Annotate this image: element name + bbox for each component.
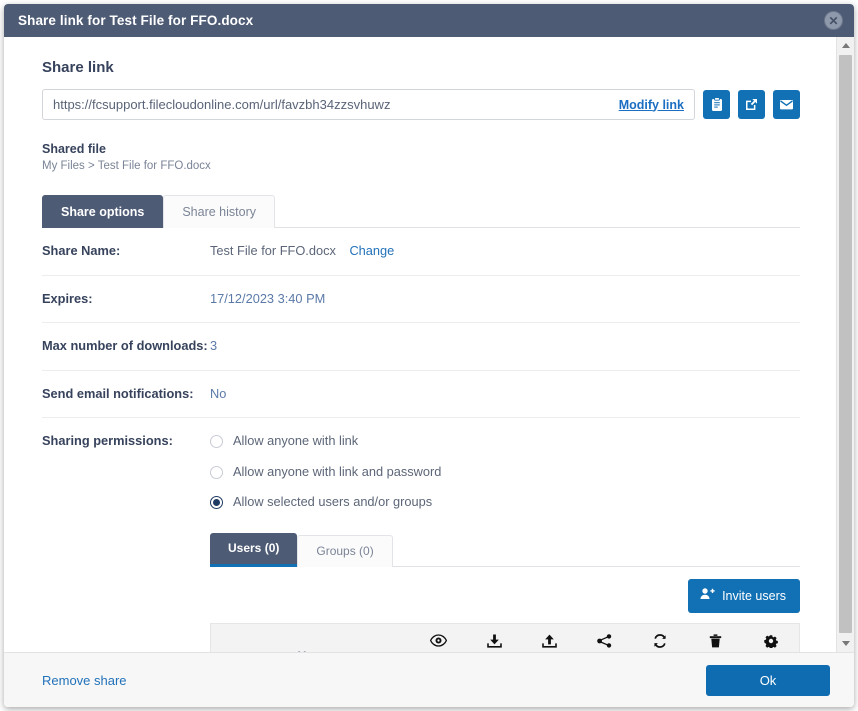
subtab-users[interactable]: Users (0) [210,532,298,568]
share-name-label: Share Name: [42,243,121,258]
scroll-down-arrow-icon[interactable] [837,635,854,652]
radio-allow-anyone-with-link-and-password[interactable]: Allow anyone with link and password [210,463,800,482]
share-name-value: Test File for FFO.docx [210,243,336,258]
share-link-url: https://fcsupport.filecloudonline.com/ur… [53,97,391,112]
sharing-permissions-choices: Allow anyone with link Allow anyone with… [210,432,800,652]
ok-button[interactable]: Ok [706,664,830,696]
email-notifications-value[interactable]: No [210,385,800,404]
column-header-upload[interactable]: Upload [522,634,577,652]
radio-icon-selected [210,496,223,510]
shared-file-path: My Files > Test File for FFO.docx [42,160,211,172]
users-subtabs: Users (0) Groups (0) [210,532,800,568]
invite-row: Invite users [210,567,800,623]
share-link-heading: Share link [42,59,114,76]
subtab-groups[interactable]: Groups (0) [297,534,393,568]
copy-to-clipboard-button[interactable] [703,90,730,119]
sharing-permissions-label: Sharing permissions: [42,433,173,449]
trash-icon [709,634,722,652]
shared-file-block: Shared file My Files > Test File for FFO… [42,142,800,172]
dialog-footer: Remove share Ok [4,652,854,707]
eye-icon [430,634,448,652]
remove-share-button[interactable]: Remove share [42,673,127,688]
radio-label: Allow anyone with link [233,433,359,449]
dialog-titlebar: Share link for Test File for FFO.docx ✕ [4,4,854,37]
radio-icon [210,434,223,448]
row-share-name: Share Name: Test File for FFO.docx Chang… [42,228,800,276]
column-header-delete[interactable]: Delete [688,634,743,652]
users-table-header: User [211,624,799,652]
row-email-notifications: Send email notifications: No [42,371,800,419]
envelope-icon [779,98,794,111]
radio-label: Allow selected users and/or groups [233,494,433,510]
close-icon[interactable]: ✕ [825,12,842,29]
upload-icon [542,634,557,652]
radio-allow-anyone-with-link[interactable]: Allow anyone with link [210,432,800,451]
clipboard-icon [710,97,724,112]
row-sharing-permissions: Sharing permissions: Allow anyone with l… [42,418,800,652]
invite-users-button[interactable]: Invite users [688,579,800,614]
max-downloads-value[interactable]: 3 [210,337,800,356]
row-max-downloads: Max number of downloads: 3 [42,323,800,371]
column-header-view[interactable]: View [411,634,466,652]
scrollbar-thumb[interactable] [839,55,852,633]
external-link-icon [744,97,759,112]
sync-icon [653,634,667,652]
radio-label: Allow anyone with link and password [233,463,442,479]
tab-share-options[interactable]: Share options [42,195,164,228]
modify-link-button[interactable]: Modify link [619,98,684,112]
scroll-content: Share link https://fcsupport.filecloudon… [4,37,836,652]
share-name-value-wrap: Test File for FFO.docx Change [210,242,800,261]
dialog-body: Share link https://fcsupport.filecloudon… [4,37,854,652]
download-icon [486,634,502,652]
expires-label: Expires: [42,290,93,306]
column-header-user: User [211,634,411,652]
user-plus-icon [700,587,715,605]
share-icon [597,634,612,652]
screen: Share link for Test File for FFO.docx ✕ … [0,0,858,711]
tab-share-history[interactable]: Share history [163,195,275,228]
dialog-title: Share link for Test File for FFO.docx [18,13,254,28]
expires-value[interactable]: 17/12/2023 3:40 PM [210,290,800,309]
scroll-up-arrow-icon[interactable] [837,37,854,54]
email-link-button[interactable] [773,90,800,119]
radio-icon [210,465,223,479]
vertical-scrollbar[interactable] [836,37,854,652]
open-link-button[interactable] [738,90,765,119]
users-table: User [210,623,800,652]
column-header-manage[interactable]: Manage [744,634,799,652]
share-link-field[interactable]: https://fcsupport.filecloudonline.com/ur… [42,89,695,120]
row-expires: Expires: 17/12/2023 3:40 PM [42,276,800,324]
column-header-download[interactable]: Download [466,634,521,652]
column-header-sync[interactable]: Sync [633,634,688,652]
gear-icon [764,634,779,652]
share-link-row: https://fcsupport.filecloudonline.com/ur… [42,89,800,120]
max-downloads-label: Max number of downloads: [42,338,208,354]
email-notifications-label: Send email notifications: [42,385,194,401]
radio-allow-selected-users-or-groups[interactable]: Allow selected users and/or groups [210,493,800,512]
invite-users-label: Invite users [722,589,786,604]
change-share-name-link[interactable]: Change [349,243,394,258]
shared-file-heading: Shared file [42,142,106,156]
share-link-dialog: Share link for Test File for FFO.docx ✕ … [4,4,854,707]
column-header-share[interactable]: Share [577,634,632,652]
dialog-tabs: Share options Share history [42,194,800,228]
users-panel: Users (0) Groups (0) Invite users [210,532,800,652]
